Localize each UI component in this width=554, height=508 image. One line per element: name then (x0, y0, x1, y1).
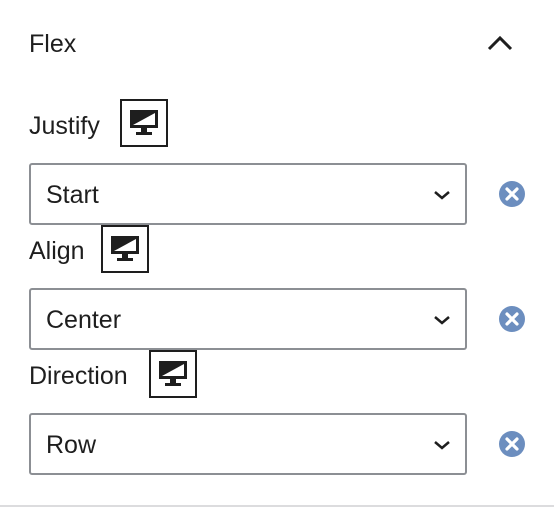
chevron-down-icon (434, 316, 450, 325)
direction-label: Direction (29, 362, 128, 390)
direction-clear-icon[interactable] (498, 430, 526, 458)
justify-select-value: Start (46, 181, 99, 209)
align-select-value: Center (46, 306, 122, 334)
align-clear-icon[interactable] (498, 305, 526, 333)
chevron-down-icon (434, 191, 450, 200)
desktop-icon (159, 361, 187, 386)
justify-select[interactable]: Start (29, 163, 467, 225)
direction-device-toggle[interactable] (149, 350, 197, 398)
panel-title: Flex (29, 30, 77, 58)
direction-select[interactable]: Row (29, 413, 467, 475)
desktop-icon (111, 236, 139, 261)
chevron-up-icon[interactable] (485, 32, 515, 54)
panel-divider (0, 505, 554, 507)
justify-device-toggle[interactable] (120, 99, 168, 147)
align-select[interactable]: Center (29, 288, 467, 350)
justify-label: Justify (29, 112, 100, 140)
align-label: Align (29, 237, 85, 265)
chevron-down-icon (434, 441, 450, 450)
direction-select-value: Row (46, 431, 97, 459)
justify-clear-icon[interactable] (498, 180, 526, 208)
flex-settings-panel: Flex Justify Start Align Center Directio… (0, 0, 554, 508)
desktop-icon (130, 110, 158, 135)
panel-header-toggle[interactable]: Flex (0, 0, 554, 88)
align-device-toggle[interactable] (101, 225, 149, 273)
